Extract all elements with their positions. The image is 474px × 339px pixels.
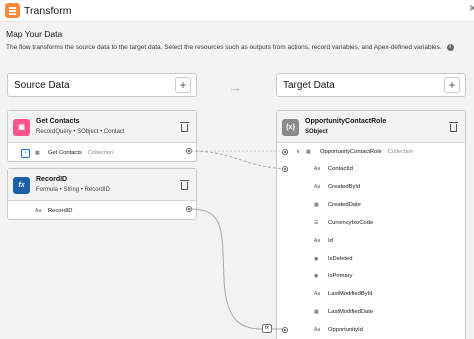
target-handle-contactid[interactable] (282, 166, 288, 172)
formula-node-icon[interactable]: fx (262, 324, 272, 333)
mapping-wires (189, 150, 287, 330)
wire-opportunity-id (189, 208, 263, 330)
wire-contact-id (189, 150, 287, 170)
